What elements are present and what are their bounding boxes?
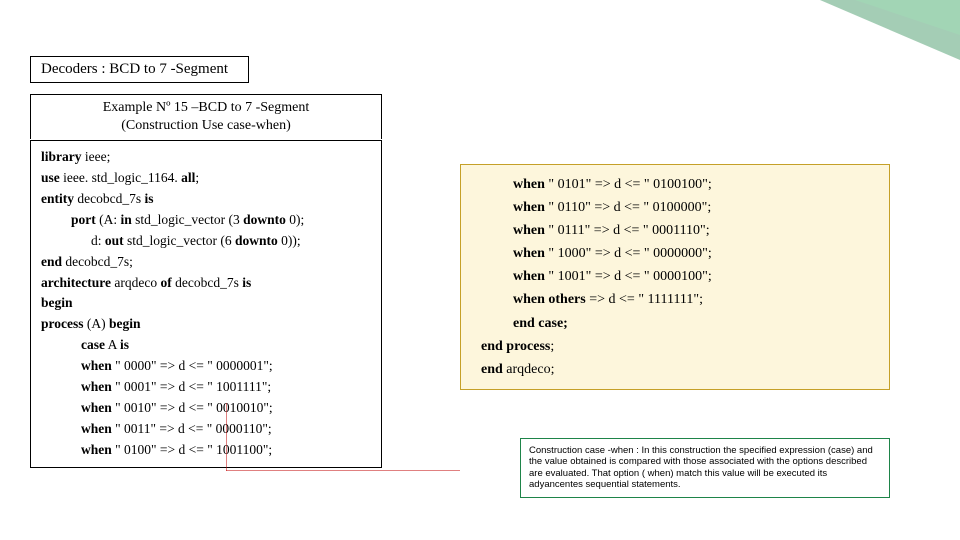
code-block-left: library ieee; use ieee. std_logic_1164. … bbox=[30, 140, 382, 468]
code-line: begin bbox=[41, 293, 371, 314]
code-line: process (A) begin bbox=[41, 314, 371, 335]
code-line: when " 0110" => d <= " 0100000"; bbox=[473, 196, 877, 219]
code-line: entity decobcd_7s is bbox=[41, 189, 371, 210]
code-line: when " 0010" => d <= " 0010010"; bbox=[41, 398, 371, 419]
page-title: Decoders : BCD to 7 -Segment bbox=[30, 56, 249, 83]
example-header: Example Nº 15 –BCD to 7 -Segment (Constr… bbox=[30, 94, 382, 139]
note-text: Construction case -when : In this constr… bbox=[529, 445, 873, 490]
code-line: when " 1001" => d <= " 0000100"; bbox=[473, 265, 877, 288]
code-line: when " 0000" => d <= " 0000001"; bbox=[41, 356, 371, 377]
code-line: end decobcd_7s; bbox=[41, 252, 371, 273]
code-line: library ieee; bbox=[41, 147, 371, 168]
code-line: end arqdeco; bbox=[473, 358, 877, 381]
code-block-right: when " 0101" => d <= " 0100100"; when " … bbox=[460, 164, 890, 390]
corner-ribbon bbox=[820, 0, 960, 60]
example-line1: Example Nº 15 –BCD to 7 -Segment bbox=[41, 99, 371, 117]
code-line: when " 0011" => d <= " 0000110"; bbox=[41, 419, 371, 440]
code-line: case A is bbox=[41, 335, 371, 356]
note-box: Construction case -when : In this constr… bbox=[520, 438, 890, 498]
code-line: when " 0001" => d <= " 1001111"; bbox=[41, 377, 371, 398]
code-line: end case; bbox=[473, 312, 877, 335]
code-line: when " 0100" => d <= " 1001100"; bbox=[41, 440, 371, 461]
code-line: d: out std_logic_vector (6 downto 0)); bbox=[41, 231, 371, 252]
code-line: when others => d <= " 1111111"; bbox=[473, 288, 877, 311]
code-line: port (A: in std_logic_vector (3 downto 0… bbox=[41, 210, 371, 231]
example-line2: (Construction Use case-when) bbox=[41, 117, 371, 135]
code-line: end process; bbox=[473, 335, 877, 358]
code-line: when " 0101" => d <= " 0100100"; bbox=[473, 173, 877, 196]
code-line: use ieee. std_logic_1164. all; bbox=[41, 168, 371, 189]
title-text: Decoders : BCD to 7 -Segment bbox=[41, 61, 228, 77]
code-line: when " 0111" => d <= " 0001110"; bbox=[473, 219, 877, 242]
code-line: architecture arqdeco of decobcd_7s is bbox=[41, 273, 371, 294]
code-line: when " 1000" => d <= " 0000000"; bbox=[473, 242, 877, 265]
